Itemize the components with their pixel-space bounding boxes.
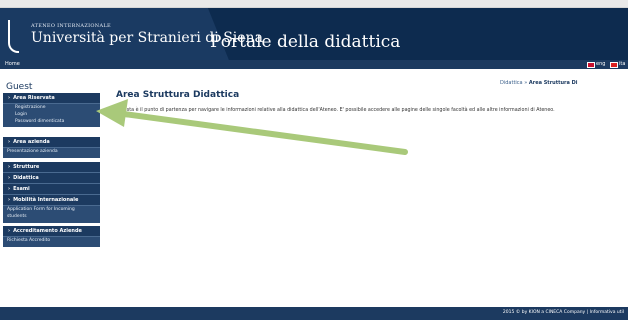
- site-footer: 2015 © by KION a CINECA Company | Inform…: [0, 307, 628, 320]
- annotation-arrow-icon: [96, 99, 408, 155]
- footer-text: 2015 © by KION a CINECA Company | Inform…: [502, 310, 624, 315]
